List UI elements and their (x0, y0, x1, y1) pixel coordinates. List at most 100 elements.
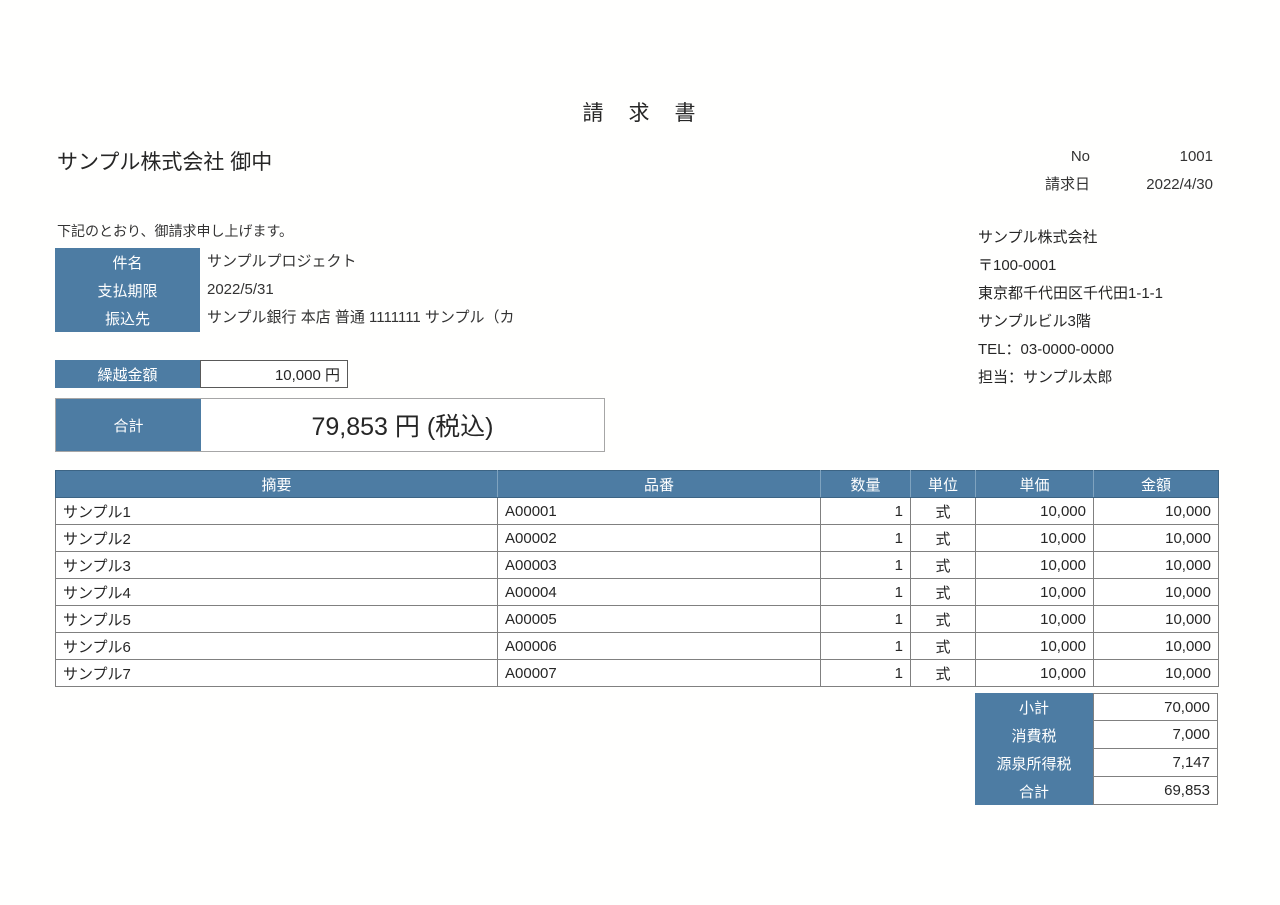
item-unit-price: 10,000 (976, 498, 1094, 525)
subject-value: サンプルプロジェクト (200, 248, 615, 276)
item-part-number: A00002 (498, 525, 821, 552)
item-description: サンプル6 (56, 633, 498, 660)
col-header-amount: 金額 (1094, 471, 1219, 498)
col-header-part-number: 品番 (498, 471, 821, 498)
item-description: サンプル4 (56, 579, 498, 606)
col-header-unit: 単位 (911, 471, 976, 498)
issuer-address-line1: 東京都千代田区千代田1-1-1 (978, 280, 1163, 308)
withholding-tax-label: 源泉所得税 (975, 749, 1093, 777)
table-row: サンプル1 A00001 1 式 10,000 10,000 (56, 498, 1219, 525)
bank-account-value: サンプル銀行 本店 普通 1111111 サンプル（カ (200, 304, 615, 332)
col-header-description: 摘要 (56, 471, 498, 498)
totals-summary: 小計 70,000 消費税 7,000 源泉所得税 7,147 合計 69,85… (975, 693, 1218, 805)
table-row: サンプル6 A00006 1 式 10,000 10,000 (56, 633, 1219, 660)
due-date-value: 2022/5/31 (200, 276, 615, 304)
due-date-label: 支払期限 (55, 276, 200, 304)
table-row: サンプル2 A00002 1 式 10,000 10,000 (56, 525, 1219, 552)
item-unit-price: 10,000 (976, 660, 1094, 687)
item-unit: 式 (911, 660, 976, 687)
line-items-table: 摘要 品番 数量 単位 単価 金額 サンプル1 A00001 1 式 10,00… (55, 470, 1219, 687)
invoice-meta: No 1001 請求日 2022/4/30 (980, 146, 1213, 202)
subtotal-label: 小計 (975, 693, 1093, 721)
item-description: サンプル1 (56, 498, 498, 525)
item-unit: 式 (911, 606, 976, 633)
issuer-company: サンプル株式会社 (978, 224, 1163, 252)
consumption-tax-label: 消費税 (975, 721, 1093, 749)
item-part-number: A00003 (498, 552, 821, 579)
item-quantity: 1 (821, 498, 911, 525)
invoice-number-row: No 1001 (980, 146, 1213, 174)
item-part-number: A00005 (498, 606, 821, 633)
invoice-number-label: No (980, 146, 1090, 174)
table-row: サンプル3 A00003 1 式 10,000 10,000 (56, 552, 1219, 579)
col-header-unit-price: 単価 (976, 471, 1094, 498)
item-amount: 10,000 (1094, 579, 1219, 606)
invoice-page: 請 求 書 サンプル株式会社 御中 No 1001 請求日 2022/4/30 … (0, 0, 1280, 905)
item-unit: 式 (911, 552, 976, 579)
due-date-row: 支払期限 2022/5/31 (55, 276, 615, 304)
item-quantity: 1 (821, 525, 911, 552)
item-description: サンプル7 (56, 660, 498, 687)
item-quantity: 1 (821, 633, 911, 660)
total-label: 合計 (975, 777, 1093, 805)
item-amount: 10,000 (1094, 525, 1219, 552)
item-quantity: 1 (821, 606, 911, 633)
item-unit-price: 10,000 (976, 633, 1094, 660)
item-unit: 式 (911, 579, 976, 606)
total-row: 合計 69,853 (975, 777, 1218, 805)
consumption-tax-row: 消費税 7,000 (975, 721, 1218, 749)
subject-label: 件名 (55, 248, 200, 276)
item-description: サンプル2 (56, 525, 498, 552)
total-value: 69,853 (1093, 777, 1218, 805)
withholding-tax-row: 源泉所得税 7,147 (975, 749, 1218, 777)
table-row: サンプル5 A00005 1 式 10,000 10,000 (56, 606, 1219, 633)
issuer-contact-person: 担当：サンプル太郎 (978, 364, 1163, 392)
item-quantity: 1 (821, 552, 911, 579)
subject-row: 件名 サンプルプロジェクト (55, 248, 615, 276)
issuer-postal-code: 〒100-0001 (978, 252, 1163, 280)
item-unit-price: 10,000 (976, 525, 1094, 552)
item-unit: 式 (911, 525, 976, 552)
greeting-text: 下記のとおり、御請求申し上げます。 (57, 221, 293, 241)
item-quantity: 1 (821, 579, 911, 606)
subtotal-value: 70,000 (1093, 693, 1218, 721)
subtotal-row: 小計 70,000 (975, 693, 1218, 721)
issuer-address-line2: サンプルビル3階 (978, 308, 1163, 336)
item-amount: 10,000 (1094, 552, 1219, 579)
item-amount: 10,000 (1094, 633, 1219, 660)
col-header-quantity: 数量 (821, 471, 911, 498)
table-row: サンプル4 A00004 1 式 10,000 10,000 (56, 579, 1219, 606)
table-header-row: 摘要 品番 数量 単位 単価 金額 (56, 471, 1219, 498)
item-quantity: 1 (821, 660, 911, 687)
item-part-number: A00004 (498, 579, 821, 606)
carryover-box: 繰越金額 10,000 円 (55, 360, 348, 388)
item-part-number: A00007 (498, 660, 821, 687)
item-unit-price: 10,000 (976, 552, 1094, 579)
bank-account-label: 振込先 (55, 304, 200, 332)
grand-total-value: 79,853 円 (税込) (201, 399, 604, 451)
item-unit-price: 10,000 (976, 606, 1094, 633)
recipient-name: サンプル株式会社 御中 (57, 146, 272, 176)
document-title: 請 求 書 (0, 97, 1280, 127)
issuer-phone: TEL：03-0000-0000 (978, 336, 1163, 364)
invoice-date-label: 請求日 (980, 174, 1090, 202)
item-description: サンプル5 (56, 606, 498, 633)
item-amount: 10,000 (1094, 606, 1219, 633)
item-amount: 10,000 (1094, 498, 1219, 525)
invoice-date-value: 2022/4/30 (1090, 174, 1213, 202)
invoice-fields: 件名 サンプルプロジェクト 支払期限 2022/5/31 振込先 サンプル銀行 … (55, 248, 615, 332)
item-amount: 10,000 (1094, 660, 1219, 687)
item-unit-price: 10,000 (976, 579, 1094, 606)
item-part-number: A00001 (498, 498, 821, 525)
item-unit: 式 (911, 498, 976, 525)
grand-total-label: 合計 (56, 399, 201, 451)
invoice-date-row: 請求日 2022/4/30 (980, 174, 1213, 202)
carryover-label: 繰越金額 (55, 360, 200, 388)
withholding-tax-value: 7,147 (1093, 749, 1218, 777)
item-unit: 式 (911, 633, 976, 660)
item-description: サンプル3 (56, 552, 498, 579)
issuer-block: サンプル株式会社 〒100-0001 東京都千代田区千代田1-1-1 サンプルビ… (978, 224, 1163, 392)
item-part-number: A00006 (498, 633, 821, 660)
bank-account-row: 振込先 サンプル銀行 本店 普通 1111111 サンプル（カ (55, 304, 615, 332)
carryover-value: 10,000 円 (200, 360, 348, 388)
